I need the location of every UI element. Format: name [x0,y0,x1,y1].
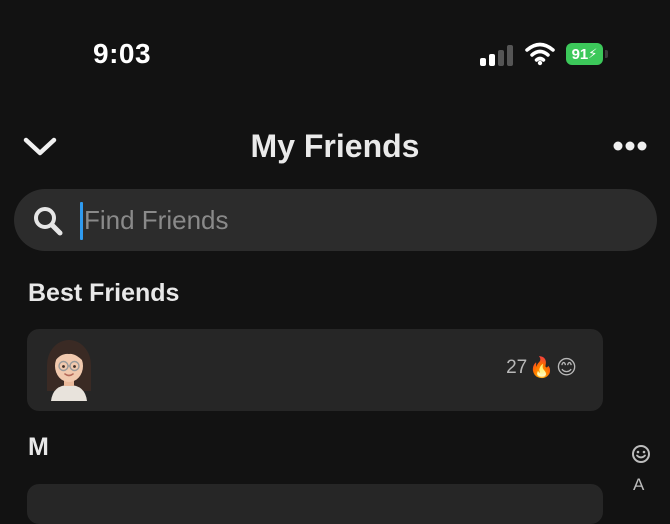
battery-indicator: 91 ⚡ [566,43,603,65]
bitmoji-avatar [47,340,91,401]
smiley-icon[interactable] [631,444,651,464]
section-title-best-friends: Best Friends [28,279,180,307]
status-bar: 9:03 91 ⚡ [0,0,670,100]
section-title-m: M [28,433,49,461]
more-options-button[interactable] [610,138,650,154]
smiley-emoji-icon: 😊 [556,357,577,379]
battery-level: 91 [571,45,589,63]
status-time: 9:03 [93,38,152,69]
header: My Friends [0,118,670,174]
fire-emoji-icon: 🔥 [529,357,555,379]
friend-row[interactable] [27,484,603,524]
charging-bolt-icon: ⚡ [588,46,598,61]
battery-tip [605,50,608,58]
alphabet-index-letter[interactable]: A [633,475,644,495]
search-bar[interactable] [14,189,657,251]
streak-info: 27 🔥 😊 [506,357,577,379]
wifi-icon [525,42,555,71]
more-horizontal-icon [613,141,647,151]
text-caret [80,202,83,240]
search-icon [34,207,63,236]
friend-row[interactable]: 27 🔥 😊 [27,329,603,411]
streak-count: 27 [506,357,528,378]
search-input[interactable] [84,189,624,251]
page-title: My Friends [250,128,420,164]
cellular-signal-icon [480,44,514,66]
